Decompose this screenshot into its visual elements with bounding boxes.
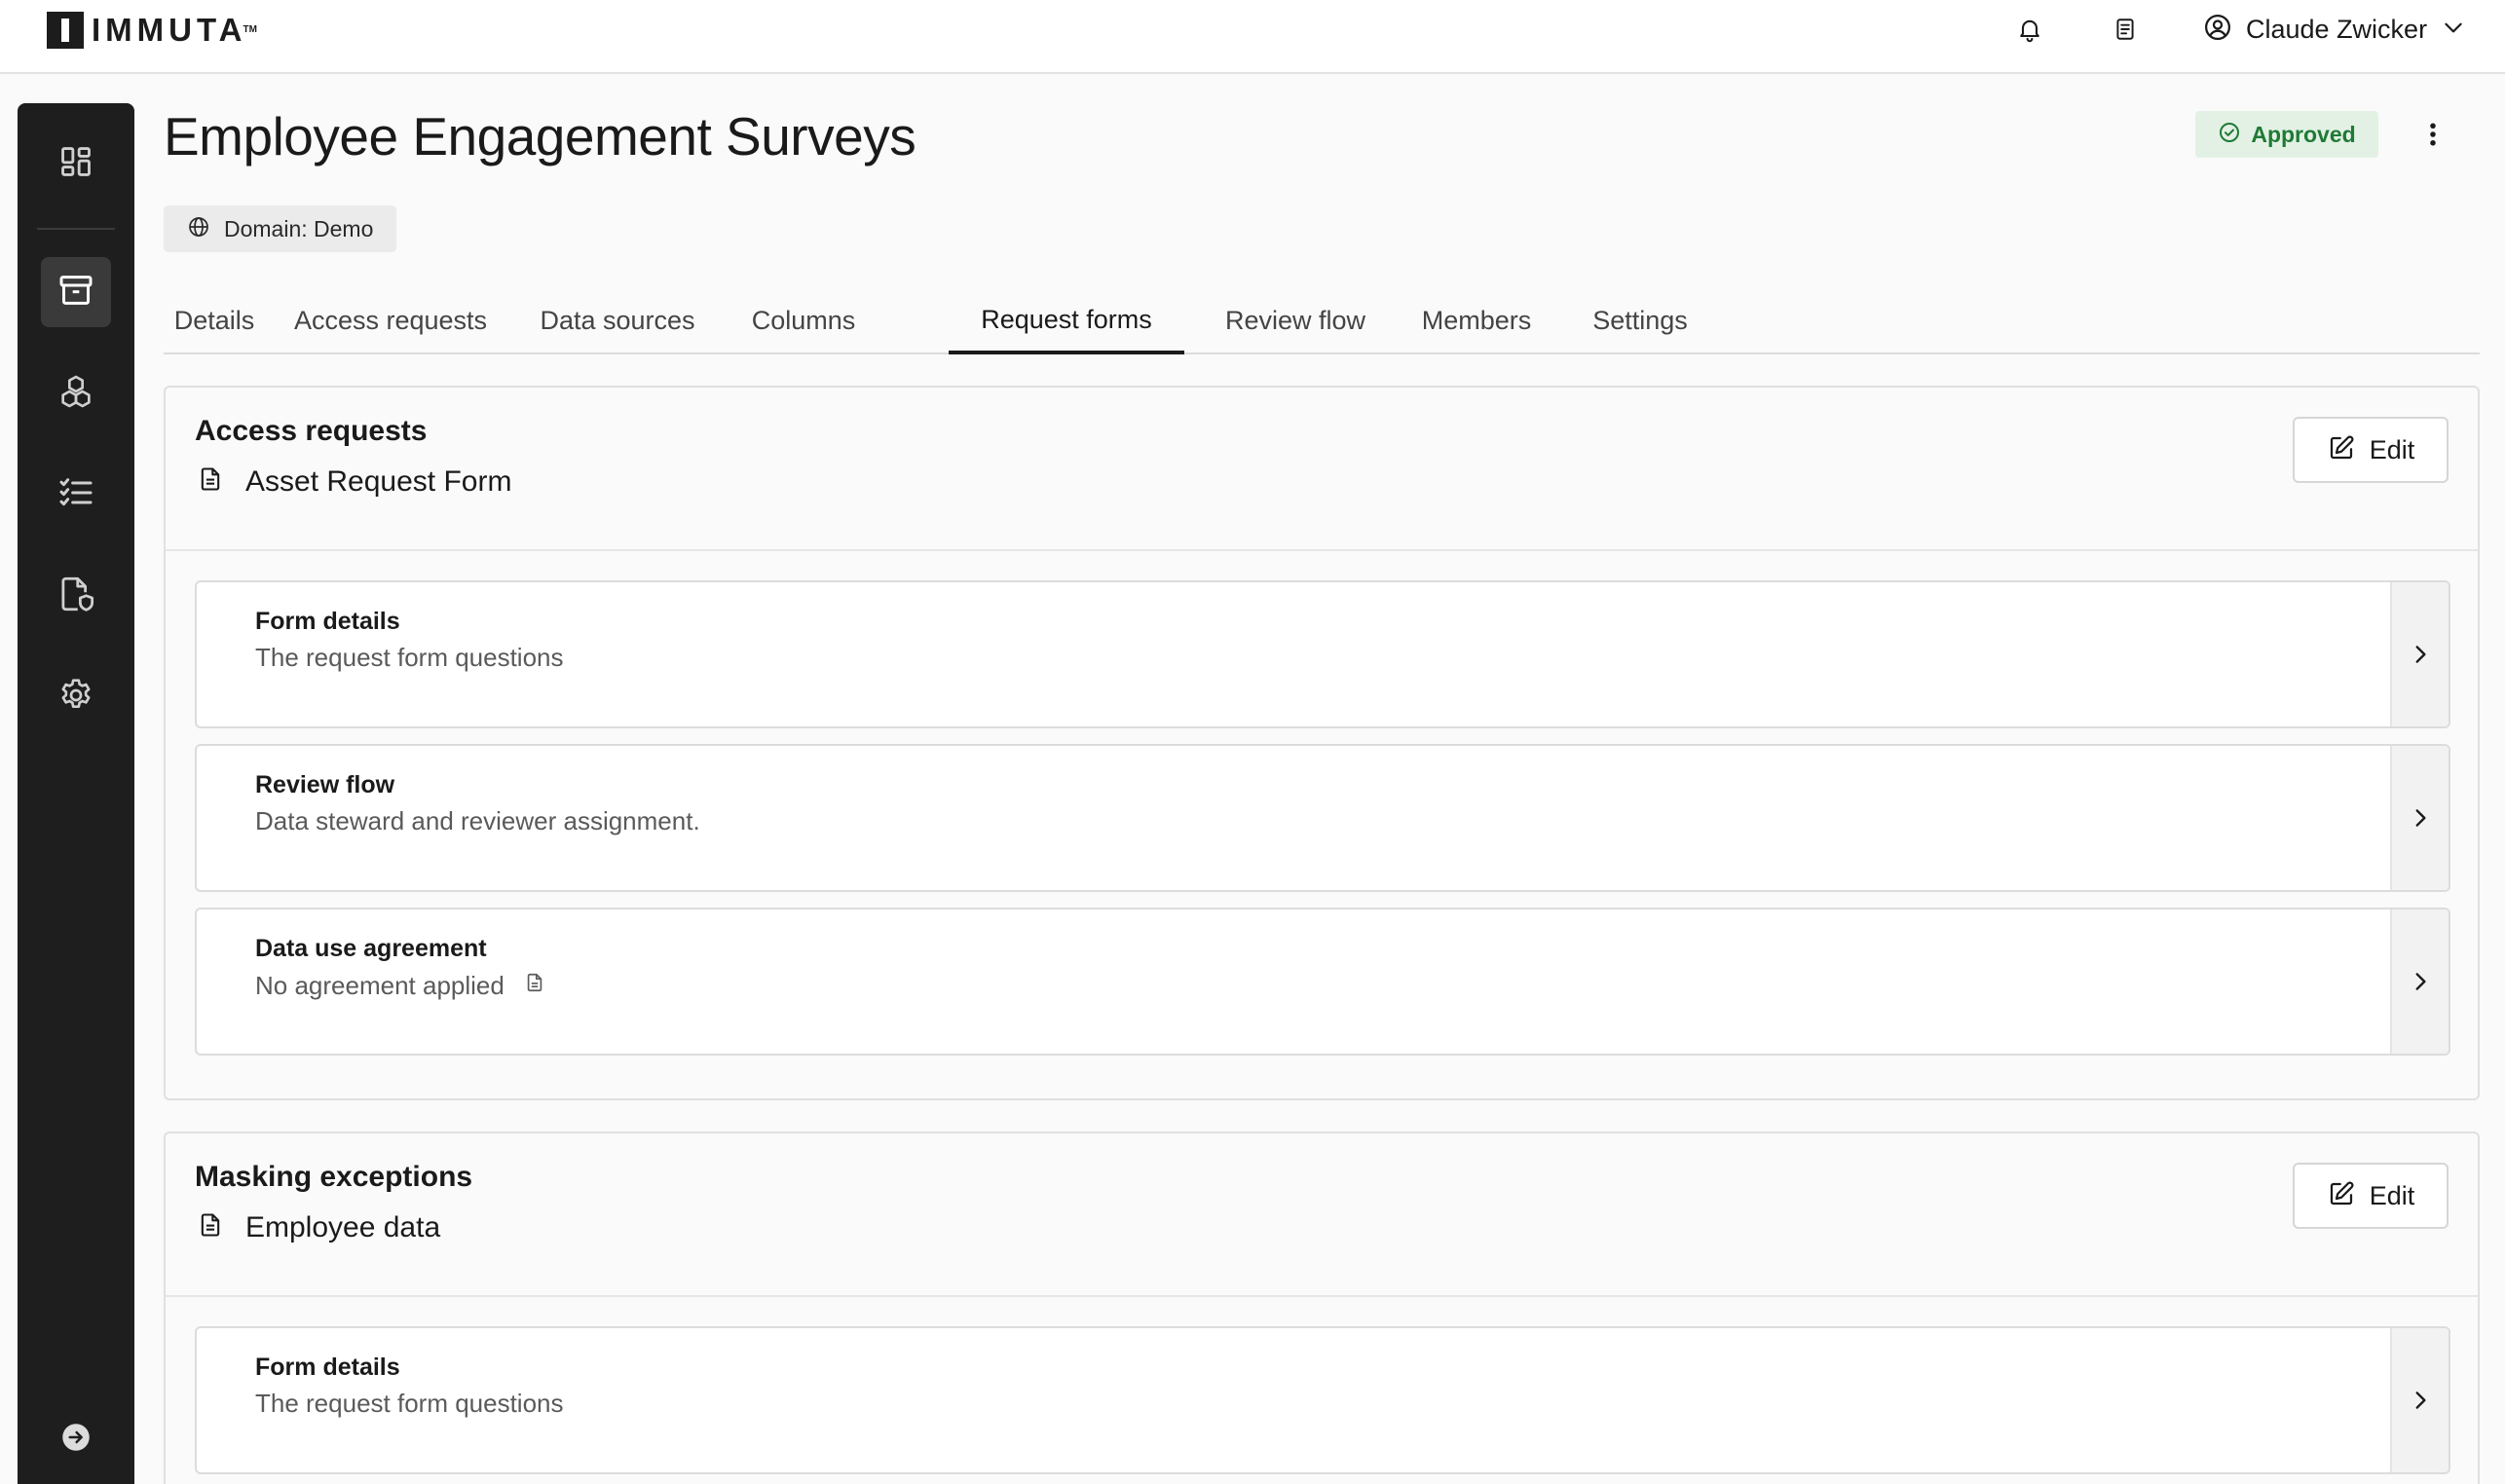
chevron-down-icon: [2441, 15, 2466, 45]
tab-members[interactable]: Members: [1406, 288, 1547, 352]
document-icon: [524, 970, 545, 1002]
user-name: Claude Zwicker: [2246, 14, 2428, 44]
chevron-right-icon[interactable]: [2390, 1328, 2449, 1472]
dashboard-grid-icon: [57, 143, 94, 185]
sidebar-item-settings[interactable]: [41, 662, 111, 732]
form-details-card[interactable]: Form details The request form questions: [195, 580, 2450, 728]
user-circle-icon: [2203, 13, 2232, 47]
tab-details[interactable]: Details: [164, 288, 265, 352]
section-title: Masking exceptions: [195, 1161, 473, 1193]
checklist-icon: [56, 473, 95, 517]
more-vertical-icon[interactable]: [2413, 113, 2452, 156]
card-subtitle: Data steward and reviewer assignment.: [255, 806, 700, 835]
gear-icon: [56, 676, 95, 720]
tab-data-sources[interactable]: Data sources: [516, 288, 719, 352]
edit-icon: [2327, 433, 2356, 467]
tab-settings[interactable]: Settings: [1564, 288, 1716, 352]
edit-icon: [2327, 1179, 2356, 1213]
data-use-agreement-card[interactable]: Data use agreement No agreement applied: [195, 908, 2450, 1056]
tab-access-requests[interactable]: Access requests: [282, 288, 499, 352]
edit-button[interactable]: Edit: [2293, 417, 2449, 483]
card-title: Form details: [255, 608, 400, 635]
page-title: Employee Engagement Surveys: [164, 106, 916, 167]
status-label: Approved: [2251, 121, 2356, 147]
card-subtitle: The request form questions: [255, 1389, 564, 1418]
card-title: Review flow: [255, 771, 395, 798]
card-title: Form details: [255, 1354, 400, 1381]
bell-icon[interactable]: [2012, 12, 2047, 47]
user-menu[interactable]: Claude Zwicker: [2203, 8, 2466, 51]
review-flow-card[interactable]: Review flow Data steward and reviewer as…: [195, 744, 2450, 892]
status-badge: Approved: [2195, 111, 2378, 158]
sidebar-item-domains[interactable]: [41, 358, 111, 428]
cubes-icon: [56, 372, 95, 416]
edit-button[interactable]: Edit: [2293, 1163, 2449, 1229]
archive-box-icon: [56, 271, 95, 315]
domain-chip[interactable]: Domain: Demo: [164, 205, 397, 252]
tab-request-forms[interactable]: Request forms: [949, 288, 1184, 354]
form-name-row: Asset Request Form: [197, 464, 511, 500]
document-list-icon[interactable]: [2108, 12, 2143, 47]
card-title: Data use agreement: [255, 935, 487, 962]
document-icon: [197, 464, 224, 500]
chevron-right-icon[interactable]: [2390, 909, 2449, 1054]
sidebar-item-dashboard[interactable]: [41, 129, 111, 199]
logo-text: IMMUTATM: [92, 12, 257, 48]
form-details-card[interactable]: Form details The request form questions: [195, 1326, 2450, 1474]
sidebar: [18, 103, 134, 1484]
tab-bar: Details Access requests Data sources Col…: [164, 288, 2480, 354]
form-name: Asset Request Form: [245, 464, 512, 498]
sidebar-item-policies[interactable]: [41, 561, 111, 631]
sidebar-item-requests[interactable]: [41, 460, 111, 530]
edit-label: Edit: [2369, 1180, 2415, 1210]
logo-mark: [47, 12, 84, 49]
sidebar-item-data-products[interactable]: [41, 257, 111, 327]
section-title: Access requests: [195, 415, 428, 447]
document-icon: [197, 1209, 224, 1245]
section-header: Access requests Asset Request Form Edit: [166, 388, 2478, 551]
globe-icon: [187, 215, 210, 243]
check-circle-icon: [2218, 121, 2241, 149]
tab-columns[interactable]: Columns: [736, 288, 871, 352]
tab-review-flow[interactable]: Review flow: [1202, 288, 1389, 352]
domain-label: Domain: Demo: [224, 215, 374, 241]
access-requests-section: Access requests Asset Request Form Edit …: [164, 386, 2480, 1100]
masking-exceptions-section: Masking exceptions Employee data Edit Fo…: [164, 1132, 2480, 1484]
immuta-logo[interactable]: IMMUTATM: [47, 12, 257, 49]
chevron-right-icon[interactable]: [2390, 746, 2449, 890]
chevron-right-icon[interactable]: [2390, 582, 2449, 726]
section-header: Masking exceptions Employee data Edit: [166, 1133, 2478, 1297]
arrow-right-circle-icon[interactable]: [56, 1418, 95, 1457]
form-name-row: Employee data: [197, 1209, 440, 1245]
card-subtitle: The request form questions: [255, 643, 564, 672]
edit-label: Edit: [2369, 434, 2415, 464]
form-name: Employee data: [245, 1210, 441, 1243]
document-shield-icon: [56, 574, 96, 619]
sidebar-divider: [37, 228, 115, 230]
card-subtitle: No agreement applied: [255, 970, 545, 1002]
top-bar: IMMUTATM Claude Zwicker: [0, 0, 2505, 74]
